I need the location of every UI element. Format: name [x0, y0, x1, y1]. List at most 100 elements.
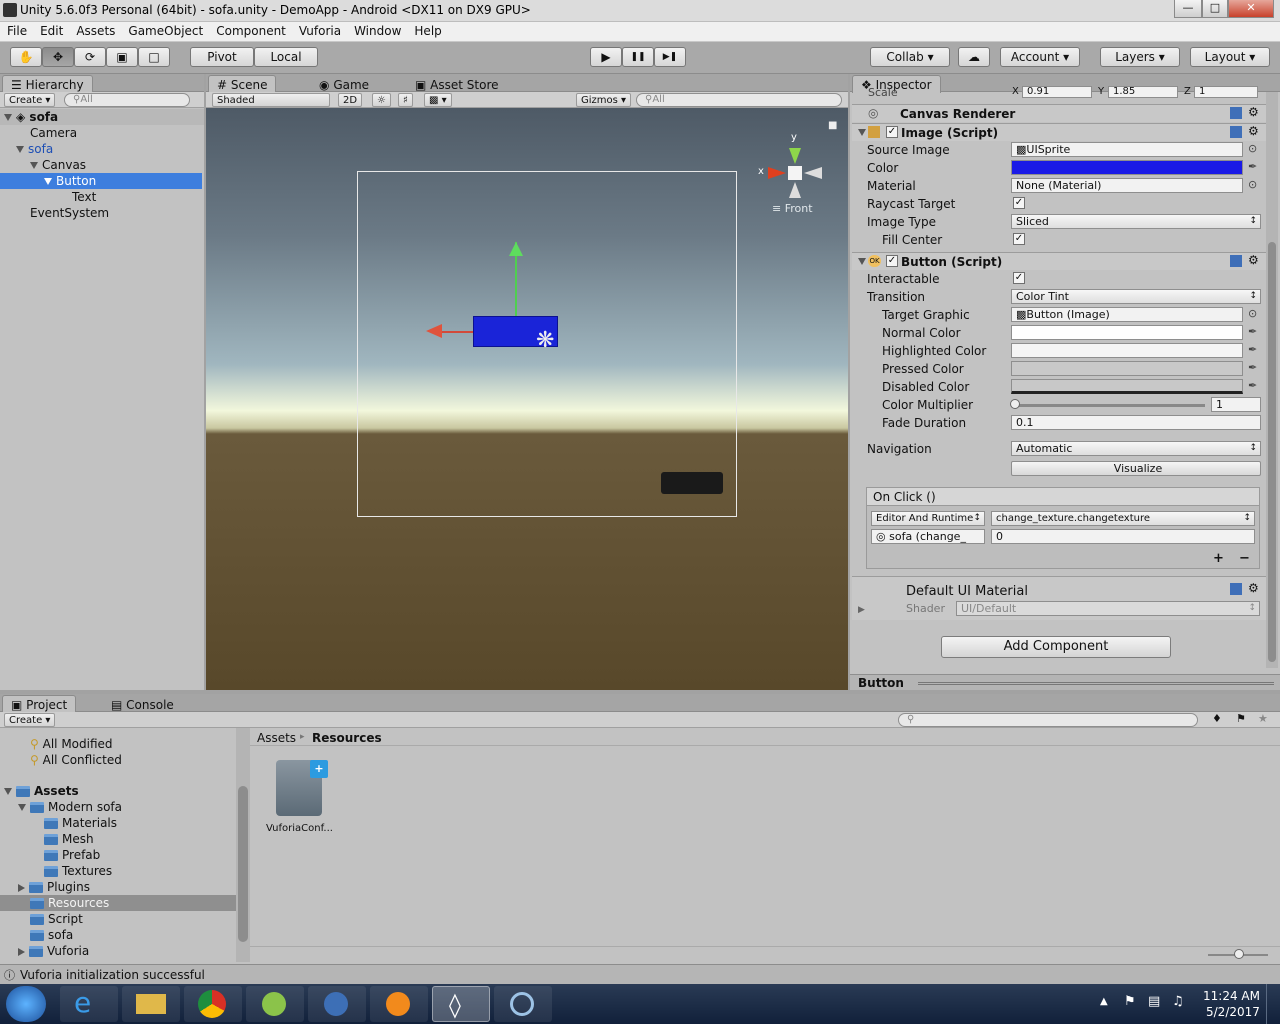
toggle-2d-button[interactable]: 2D [338, 93, 363, 107]
layout-dropdown[interactable]: Layout ▾ [1190, 47, 1270, 67]
menu-component[interactable]: Component [209, 22, 292, 38]
runtime-mode-dropdown[interactable]: Editor And Runtime [871, 511, 985, 526]
help-book-icon[interactable] [1230, 126, 1242, 138]
breadcrumb-assets[interactable]: Assets [257, 731, 296, 745]
menu-vuforia[interactable]: Vuforia [292, 22, 347, 38]
hierarchy-create-button[interactable]: Create ▾ [4, 93, 56, 107]
color-multiplier-slider[interactable] [1013, 404, 1205, 407]
pressed-color-swatch[interactable] [1011, 361, 1243, 376]
disabled-color-swatch[interactable] [1011, 379, 1243, 394]
scale-z-field[interactable]: 1 [1194, 86, 1258, 98]
tab-hierarchy[interactable]: ☰ Hierarchy [2, 75, 93, 93]
taskbar-thunderbird-icon[interactable] [308, 986, 366, 1022]
tab-game[interactable]: ◉ Game [310, 75, 378, 93]
hierarchy-item-text[interactable]: Text [72, 189, 96, 205]
image-type-dropdown[interactable]: Sliced [1011, 214, 1261, 229]
fill-center-checkbox[interactable]: ✓ [1013, 233, 1025, 245]
material-field[interactable]: None (Material) [1011, 178, 1243, 193]
target-graphic-field[interactable]: ▩Button (Image) [1011, 307, 1243, 322]
eyedropper-icon[interactable]: ✒ [1248, 161, 1260, 173]
pivot-toggle[interactable]: Pivot [190, 47, 254, 67]
image-enabled-checkbox[interactable]: ✓ [886, 126, 898, 138]
folder-textures[interactable]: Textures [44, 863, 112, 879]
interactable-checkbox[interactable]: ✓ [1013, 272, 1025, 284]
scene-search-input[interactable]: ⚲All [636, 93, 842, 107]
highlighted-color-swatch[interactable] [1011, 343, 1243, 358]
minimize-button[interactable]: — [1174, 0, 1202, 18]
favorite-star-icon[interactable]: ★ [1258, 712, 1268, 725]
sofa-model[interactable] [661, 472, 723, 494]
effects-dropdown[interactable]: ▩ ▾ [424, 93, 452, 107]
step-button[interactable]: ▶❚ [654, 47, 686, 67]
gizmo-center-cube[interactable] [788, 166, 802, 180]
lighting-toggle[interactable]: ☼ [372, 93, 391, 107]
y-arrow-icon[interactable] [509, 242, 523, 256]
local-toggle[interactable]: Local [254, 47, 318, 67]
rotate-tool-button[interactable]: ⟳ [74, 47, 106, 67]
button-script-header[interactable]: OK ✓ Button (Script) ⚙ [852, 252, 1266, 270]
menu-gameobject[interactable]: GameObject [121, 22, 209, 38]
volume-icon[interactable]: ♫ [1172, 994, 1184, 1009]
clock-time[interactable]: 11:24 AM [1203, 989, 1260, 1003]
hierarchy-item-canvas[interactable]: Canvas [30, 157, 86, 173]
folder-mesh[interactable]: Mesh [44, 831, 94, 847]
play-button[interactable]: ▶ [590, 47, 622, 67]
scrollbar-thumb[interactable] [1268, 242, 1276, 662]
add-component-button[interactable]: Add Component [941, 636, 1171, 658]
slider-thumb[interactable] [1234, 949, 1244, 959]
folder-tree-scrollbar[interactable] [236, 728, 250, 962]
hand-tool-button[interactable]: ✋ [10, 47, 42, 67]
breadcrumb-resources[interactable]: Resources [312, 731, 382, 745]
scale-y-field[interactable]: 1.85 [1108, 86, 1178, 98]
gear-icon[interactable]: ⚙ [1248, 105, 1259, 119]
target-object-field[interactable]: ◎ sofa (change_ [871, 529, 985, 544]
folder-modern-sofa[interactable]: Modern sofa [18, 799, 122, 815]
hierarchy-search-input[interactable]: ⚲All [64, 93, 190, 107]
show-hidden-icons[interactable]: ▲ [1100, 996, 1108, 1007]
scale-tool-button[interactable]: ▣ [106, 47, 138, 67]
color-swatch[interactable] [1011, 160, 1243, 175]
menu-edit[interactable]: Edit [33, 22, 69, 38]
start-button[interactable] [6, 986, 46, 1022]
gizmo-neg-x-cone[interactable] [804, 167, 822, 179]
hierarchy-item-eventsystem[interactable]: EventSystem [30, 205, 109, 221]
shader-dropdown[interactable]: UI/Default [956, 601, 1260, 616]
argument-field[interactable]: 0 [991, 529, 1255, 544]
audio-toggle[interactable]: ♯ [398, 93, 413, 107]
folder-materials[interactable]: Materials [44, 815, 117, 831]
canvas-renderer-header[interactable]: ◎ Canvas Renderer ⚙ [852, 104, 1266, 122]
fade-duration-field[interactable]: 0.1 [1011, 415, 1261, 430]
help-book-icon[interactable] [1230, 255, 1242, 267]
cloud-button[interactable]: ☁ [958, 47, 990, 67]
flag-icon[interactable]: ⚑ [1124, 994, 1136, 1009]
close-button[interactable]: ✕ [1228, 0, 1274, 18]
visualize-button[interactable]: Visualize [1011, 461, 1261, 476]
slider-thumb[interactable] [1010, 399, 1020, 409]
collab-dropdown[interactable]: Collab ▾ [870, 47, 950, 67]
expand-arrow-icon[interactable]: ▶ [858, 605, 865, 615]
help-book-icon[interactable] [1230, 107, 1242, 119]
menu-file[interactable]: File [0, 22, 33, 38]
gear-icon[interactable]: ⚙ [1248, 581, 1259, 595]
scale-x-field[interactable]: 0.91 [1022, 86, 1092, 98]
maximize-button[interactable]: □ [1202, 0, 1228, 18]
folder-resources[interactable]: Resources [0, 895, 236, 911]
tab-asset-store[interactable]: ▣ Asset Store [406, 75, 508, 93]
scene-root-row[interactable]: ◈ sofa [0, 109, 204, 125]
move-tool-button[interactable]: ✥ [42, 47, 74, 67]
navigation-dropdown[interactable]: Automatic [1011, 441, 1261, 456]
folder-script[interactable]: Script [30, 911, 83, 927]
taskbar-unity-icon[interactable]: ◊ [432, 986, 490, 1022]
gizmo-x-cone[interactable] [768, 167, 786, 179]
hierarchy-item-camera[interactable]: Camera [30, 125, 77, 141]
asset-vuforia-config[interactable]: + VuforiaConf... [266, 760, 333, 840]
assets-root[interactable]: Assets [4, 783, 79, 799]
account-dropdown[interactable]: Account ▾ [1000, 47, 1080, 67]
hierarchy-item-sofa[interactable]: sofa [16, 141, 53, 157]
fold-triangle-icon[interactable] [858, 258, 866, 265]
add-event-button[interactable]: + [1213, 551, 1224, 566]
filter-label-icon[interactable]: ⚑ [1236, 712, 1246, 725]
taskbar-ie-icon[interactable]: e [60, 986, 118, 1022]
taskbar-android-studio-icon[interactable] [246, 986, 304, 1022]
favorites-all-conflicted[interactable]: ⚲ All Conflicted [30, 752, 122, 768]
